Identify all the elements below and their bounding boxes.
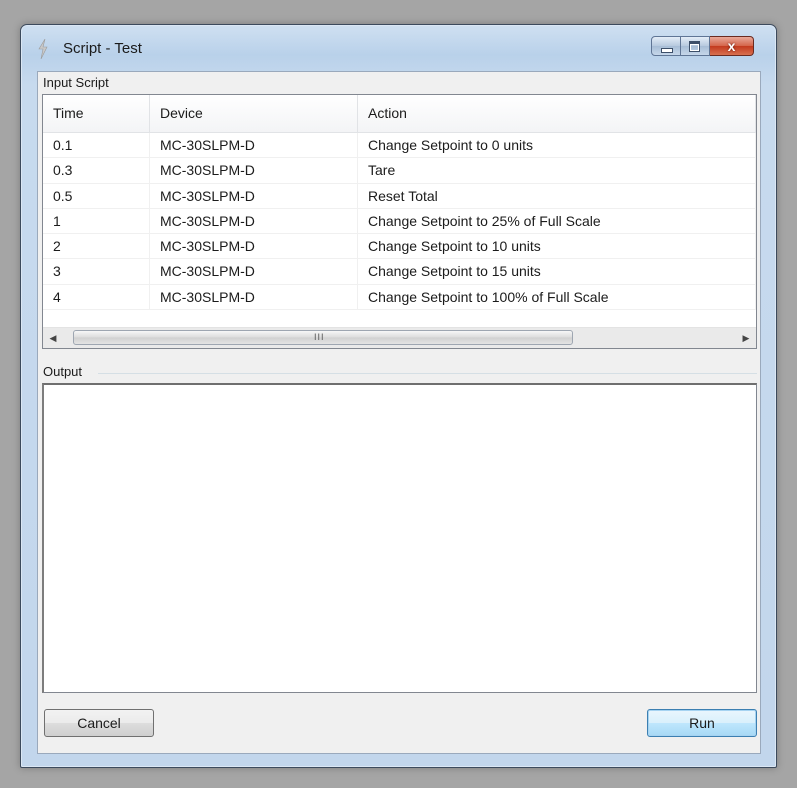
table-row[interactable]: 3 MC-30SLPM-D Change Setpoint to 15 unit…: [43, 259, 756, 285]
table-row[interactable]: 0.5 MC-30SLPM-D Reset Total: [43, 183, 756, 209]
scroll-left-arrow-icon[interactable]: ◀: [43, 328, 63, 348]
scrollbar-thumb[interactable]: III: [73, 330, 573, 345]
table-row[interactable]: 0.1 MC-30SLPM-D Change Setpoint to 0 uni…: [43, 133, 756, 159]
run-button[interactable]: Run: [647, 709, 757, 737]
maximize-button[interactable]: [681, 36, 710, 56]
output-textbox[interactable]: [42, 383, 757, 693]
group-divider: [98, 373, 757, 374]
client-area: Input Script Time Device Action 0.1 MC-3…: [37, 71, 761, 754]
table-row[interactable]: 4 MC-30SLPM-D Change Setpoint to 100% of…: [43, 284, 756, 311]
input-script-grid[interactable]: Time Device Action 0.1 MC-30SLPM-D Chang…: [42, 94, 757, 349]
title-bar[interactable]: Script - Test x: [21, 25, 776, 67]
close-button[interactable]: x: [710, 36, 754, 56]
input-script-label: Input Script: [43, 75, 109, 90]
app-icon: [38, 39, 48, 59]
output-label: Output: [43, 364, 83, 379]
table-row[interactable]: 1 MC-30SLPM-D Change Setpoint to 25% of …: [43, 208, 756, 235]
cell-action: Change Setpoint to 100% of Full Scale: [358, 284, 756, 310]
column-header-device[interactable]: Device: [150, 95, 358, 132]
cell-time: 3: [43, 259, 150, 284]
cell-device: MC-30SLPM-D: [150, 183, 358, 208]
grid-body: 0.1 MC-30SLPM-D Change Setpoint to 0 uni…: [43, 133, 756, 311]
horizontal-scrollbar[interactable]: ◀ III ▶: [43, 327, 756, 348]
cell-time: 4: [43, 284, 150, 310]
grip-icon: III: [314, 332, 325, 342]
minimize-button[interactable]: [651, 36, 681, 56]
cell-action: Change Setpoint to 10 units: [358, 234, 756, 259]
cell-time: 2: [43, 234, 150, 259]
close-icon: x: [727, 38, 736, 54]
script-window: Script - Test x Input Script Time Device…: [20, 24, 777, 768]
cell-device: MC-30SLPM-D: [150, 259, 358, 284]
caption-buttons: x: [651, 36, 754, 58]
cell-time: 0.5: [43, 183, 150, 208]
grid-header: Time Device Action: [43, 95, 756, 133]
cell-action: Change Setpoint to 0 units: [358, 133, 756, 158]
table-row[interactable]: 2 MC-30SLPM-D Change Setpoint to 10 unit…: [43, 234, 756, 260]
cell-device: MC-30SLPM-D: [150, 234, 358, 259]
cell-device: MC-30SLPM-D: [150, 133, 358, 158]
column-header-action[interactable]: Action: [358, 95, 756, 132]
cell-device: MC-30SLPM-D: [150, 208, 358, 234]
cell-time: 0.3: [43, 158, 150, 183]
cell-action: Change Setpoint to 25% of Full Scale: [358, 208, 756, 234]
cell-action: Change Setpoint to 15 units: [358, 259, 756, 284]
cell-action: Tare: [358, 158, 756, 183]
cell-time: 1: [43, 208, 150, 234]
cell-action: Reset Total: [358, 183, 756, 208]
cell-device: MC-30SLPM-D: [150, 284, 358, 310]
scroll-right-arrow-icon[interactable]: ▶: [736, 328, 756, 348]
column-header-time[interactable]: Time: [43, 95, 150, 132]
cell-time: 0.1: [43, 133, 150, 158]
table-row[interactable]: 0.3 MC-30SLPM-D Tare: [43, 158, 756, 184]
window-title: Script - Test: [63, 40, 142, 57]
cancel-button[interactable]: Cancel: [44, 709, 154, 737]
cell-device: MC-30SLPM-D: [150, 158, 358, 183]
